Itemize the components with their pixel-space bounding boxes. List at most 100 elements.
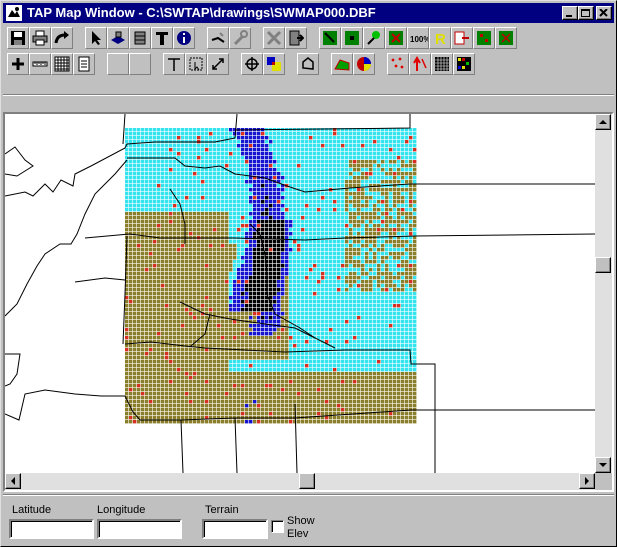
r-button[interactable]: R <box>429 27 451 49</box>
scatter-button[interactable] <box>387 53 409 75</box>
blank-tool-button-1[interactable] <box>107 53 129 75</box>
terrain-cell <box>129 288 133 292</box>
measure-button[interactable] <box>29 53 51 75</box>
terrain-cell <box>309 368 313 372</box>
text-tool-button[interactable] <box>151 27 173 49</box>
terrain-cell <box>357 320 361 324</box>
title-bar[interactable]: TAP Map Window - C:\SWTAP\drawings\SWMAP… <box>3 3 614 23</box>
minimize-button[interactable] <box>562 6 578 20</box>
terrain-cell <box>385 360 389 364</box>
add-layer-button[interactable] <box>107 27 129 49</box>
terrain-cell <box>401 376 405 380</box>
terrain-cell <box>141 352 145 356</box>
probe-button[interactable] <box>363 27 385 49</box>
close-button[interactable] <box>596 6 612 20</box>
export-button[interactable] <box>451 27 473 49</box>
terrain-map[interactable] <box>5 114 595 473</box>
notes-button[interactable] <box>73 53 95 75</box>
terrain-cell <box>333 388 337 392</box>
terrain-cell <box>337 220 341 224</box>
reshape-button[interactable] <box>207 27 229 49</box>
layer-extra-button[interactable] <box>495 27 517 49</box>
terrain-cell <box>157 396 161 400</box>
zoom-in-button[interactable] <box>7 53 29 75</box>
terrain-cell <box>173 336 177 340</box>
terrain-cell <box>261 140 265 144</box>
terrain-cell <box>377 212 381 216</box>
terrain-cell <box>409 260 413 264</box>
terrain-cell <box>361 316 365 320</box>
terrain-cell <box>245 252 249 256</box>
terrain-cell <box>277 188 281 192</box>
terrain-cell <box>145 168 149 172</box>
color-grid-button[interactable] <box>453 53 475 75</box>
terrain-cell <box>405 252 409 256</box>
select-pointer-button[interactable] <box>85 27 107 49</box>
grid-toggle-button[interactable] <box>473 27 495 49</box>
terrain-cell <box>285 152 289 156</box>
terrain-cell <box>177 252 181 256</box>
terrain-cell <box>333 192 337 196</box>
polygon-button[interactable] <box>297 53 319 75</box>
terrain-cell <box>377 152 381 156</box>
delete-button[interactable] <box>263 27 285 49</box>
terrain-cell <box>185 268 189 272</box>
terrain-cell <box>233 300 237 304</box>
map-view[interactable] <box>5 114 595 473</box>
zoom-100-button[interactable]: 100% <box>407 27 429 49</box>
terrain-cell <box>325 376 329 380</box>
terrain-cell <box>133 272 137 276</box>
terrain-cell <box>341 340 345 344</box>
raster-grid-button[interactable] <box>431 53 453 75</box>
save-button[interactable] <box>7 27 29 49</box>
terrain-cell <box>377 320 381 324</box>
box-select-button[interactable] <box>185 53 207 75</box>
terrain-cell <box>201 372 205 376</box>
color-button[interactable] <box>263 53 285 75</box>
terrain-cell <box>161 320 165 324</box>
blank-tool-button-2[interactable] <box>129 53 151 75</box>
terrain-cell <box>233 208 237 212</box>
terrain-cell <box>237 304 241 308</box>
surface-button[interactable] <box>331 53 353 75</box>
exit-button[interactable] <box>285 27 307 49</box>
layer-green-button[interactable] <box>319 27 341 49</box>
terrain-cell <box>333 240 337 244</box>
tools-button[interactable] <box>229 27 251 49</box>
terrain-cell <box>349 312 353 316</box>
pie-chart-button[interactable] <box>353 53 375 75</box>
terrain-cell <box>397 272 401 276</box>
redo-button[interactable] <box>51 27 73 49</box>
terrain-cell <box>285 176 289 180</box>
terrain-cell <box>213 208 217 212</box>
info-button[interactable] <box>173 27 195 49</box>
pan-button[interactable] <box>241 53 263 75</box>
terrain-cell <box>189 320 193 324</box>
diagonal-arrows-icon <box>212 58 224 70</box>
terrain-cell <box>221 192 225 196</box>
terrain-cell <box>281 212 285 216</box>
terrain-cell <box>209 184 213 188</box>
layer-dot-button[interactable] <box>341 27 363 49</box>
terrain-cell <box>405 244 409 248</box>
table-tool-button[interactable] <box>129 27 151 49</box>
resize-button[interactable] <box>207 53 229 75</box>
terrain-cell <box>381 232 385 236</box>
terrain-cell <box>297 212 301 216</box>
terrain-cell <box>145 352 149 356</box>
terrain-cell <box>125 320 129 324</box>
terrain-cell <box>269 172 273 176</box>
terrain-cell <box>305 208 309 212</box>
terrain-cell <box>293 268 297 272</box>
maximize-button[interactable] <box>578 6 594 20</box>
line-tool-button[interactable] <box>163 53 185 75</box>
print-button[interactable] <box>29 27 51 49</box>
elevation-button[interactable] <box>409 53 431 75</box>
terrain-cell <box>305 320 309 324</box>
terrain-cell <box>377 284 381 288</box>
grid-button[interactable] <box>51 53 73 75</box>
terrain-cell <box>189 128 193 132</box>
remove-layer-button[interactable] <box>385 27 407 49</box>
terrain-cell <box>241 284 245 288</box>
terrain-cell <box>273 204 277 208</box>
